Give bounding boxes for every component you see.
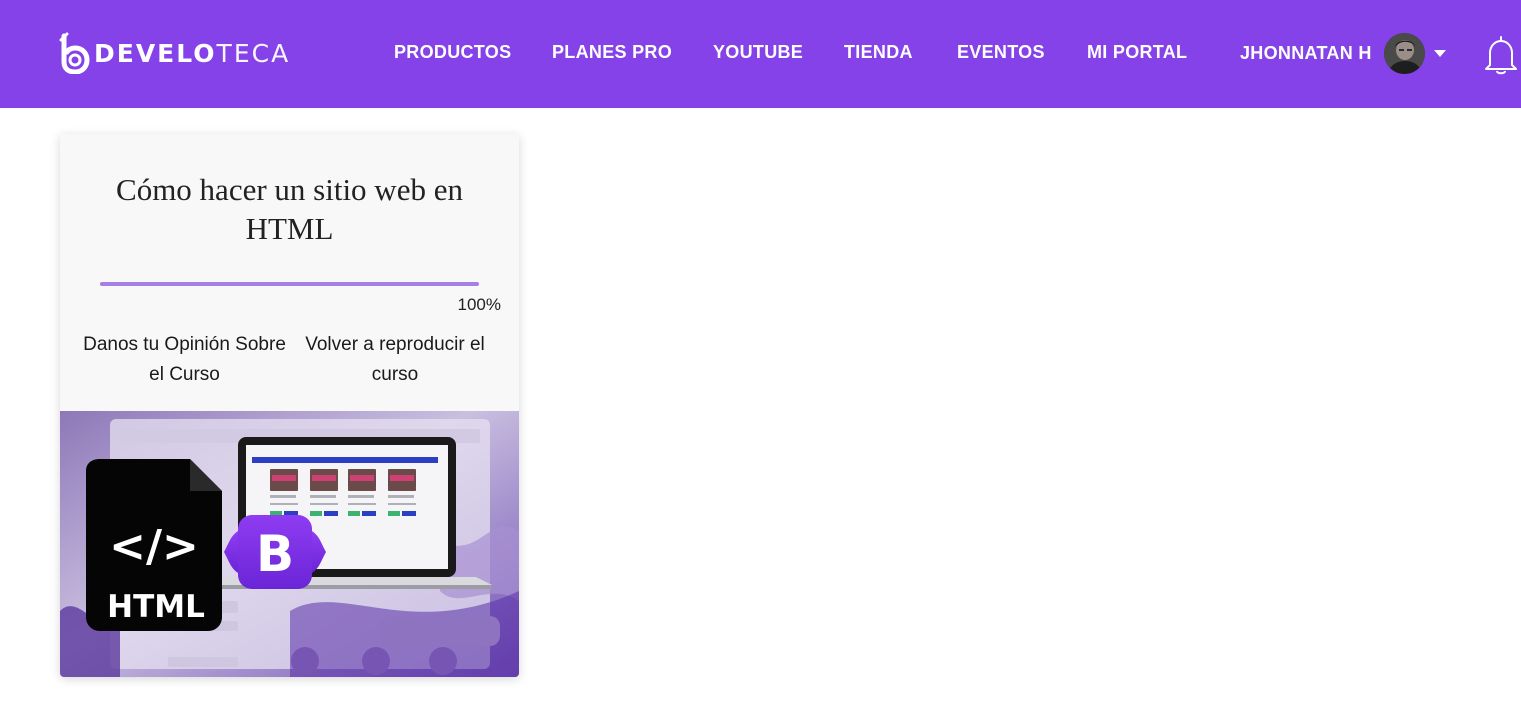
course-progress-fill	[100, 282, 479, 286]
html-tag-glyph: </>	[109, 521, 199, 572]
course-title[interactable]: Cómo hacer un sitio web en HTML	[80, 170, 499, 248]
give-opinion-link[interactable]: Danos tu Opinión Sobre el Curso	[76, 330, 293, 390]
course-actions: Danos tu Opinión Sobre el Curso Volver a…	[60, 330, 519, 394]
user-name: JHONNATAN H	[1240, 42, 1372, 63]
nav-item-youtube[interactable]: YOUTUBE	[713, 41, 803, 63]
html-badge-label: HTML	[107, 589, 205, 625]
nav-item-productos[interactable]: PRODUCTOS	[394, 41, 511, 63]
course-card: Cómo hacer un sitio web en HTML 100% Dan…	[60, 134, 519, 677]
replay-course-link[interactable]: Volver a reproducir el curso	[298, 330, 492, 390]
nav-item-eventos[interactable]: EVENTOS	[957, 41, 1045, 63]
course-progress-bar	[100, 282, 479, 286]
user-avatar	[1383, 32, 1425, 74]
user-menu[interactable]: JHONNATAN H	[1240, 32, 1446, 74]
nav-item-planes-pro[interactable]: PLANES PRO	[552, 41, 672, 63]
bell-icon[interactable]	[1484, 33, 1518, 75]
nav-item-mi-portal[interactable]: MI PORTAL	[1087, 41, 1187, 63]
caret-down-icon[interactable]	[1433, 49, 1446, 57]
bootstrap-logo-letter: B	[256, 525, 294, 583]
course-progress-label: 100%	[457, 295, 501, 314]
top-navbar: DEVELOTECA PRODUCTOS PLANES PRO YOUTUBE …	[0, 0, 1521, 108]
nav-item-tienda[interactable]: TIENDA	[844, 41, 913, 63]
course-thumbnail[interactable]: </> HTML B	[60, 411, 519, 677]
